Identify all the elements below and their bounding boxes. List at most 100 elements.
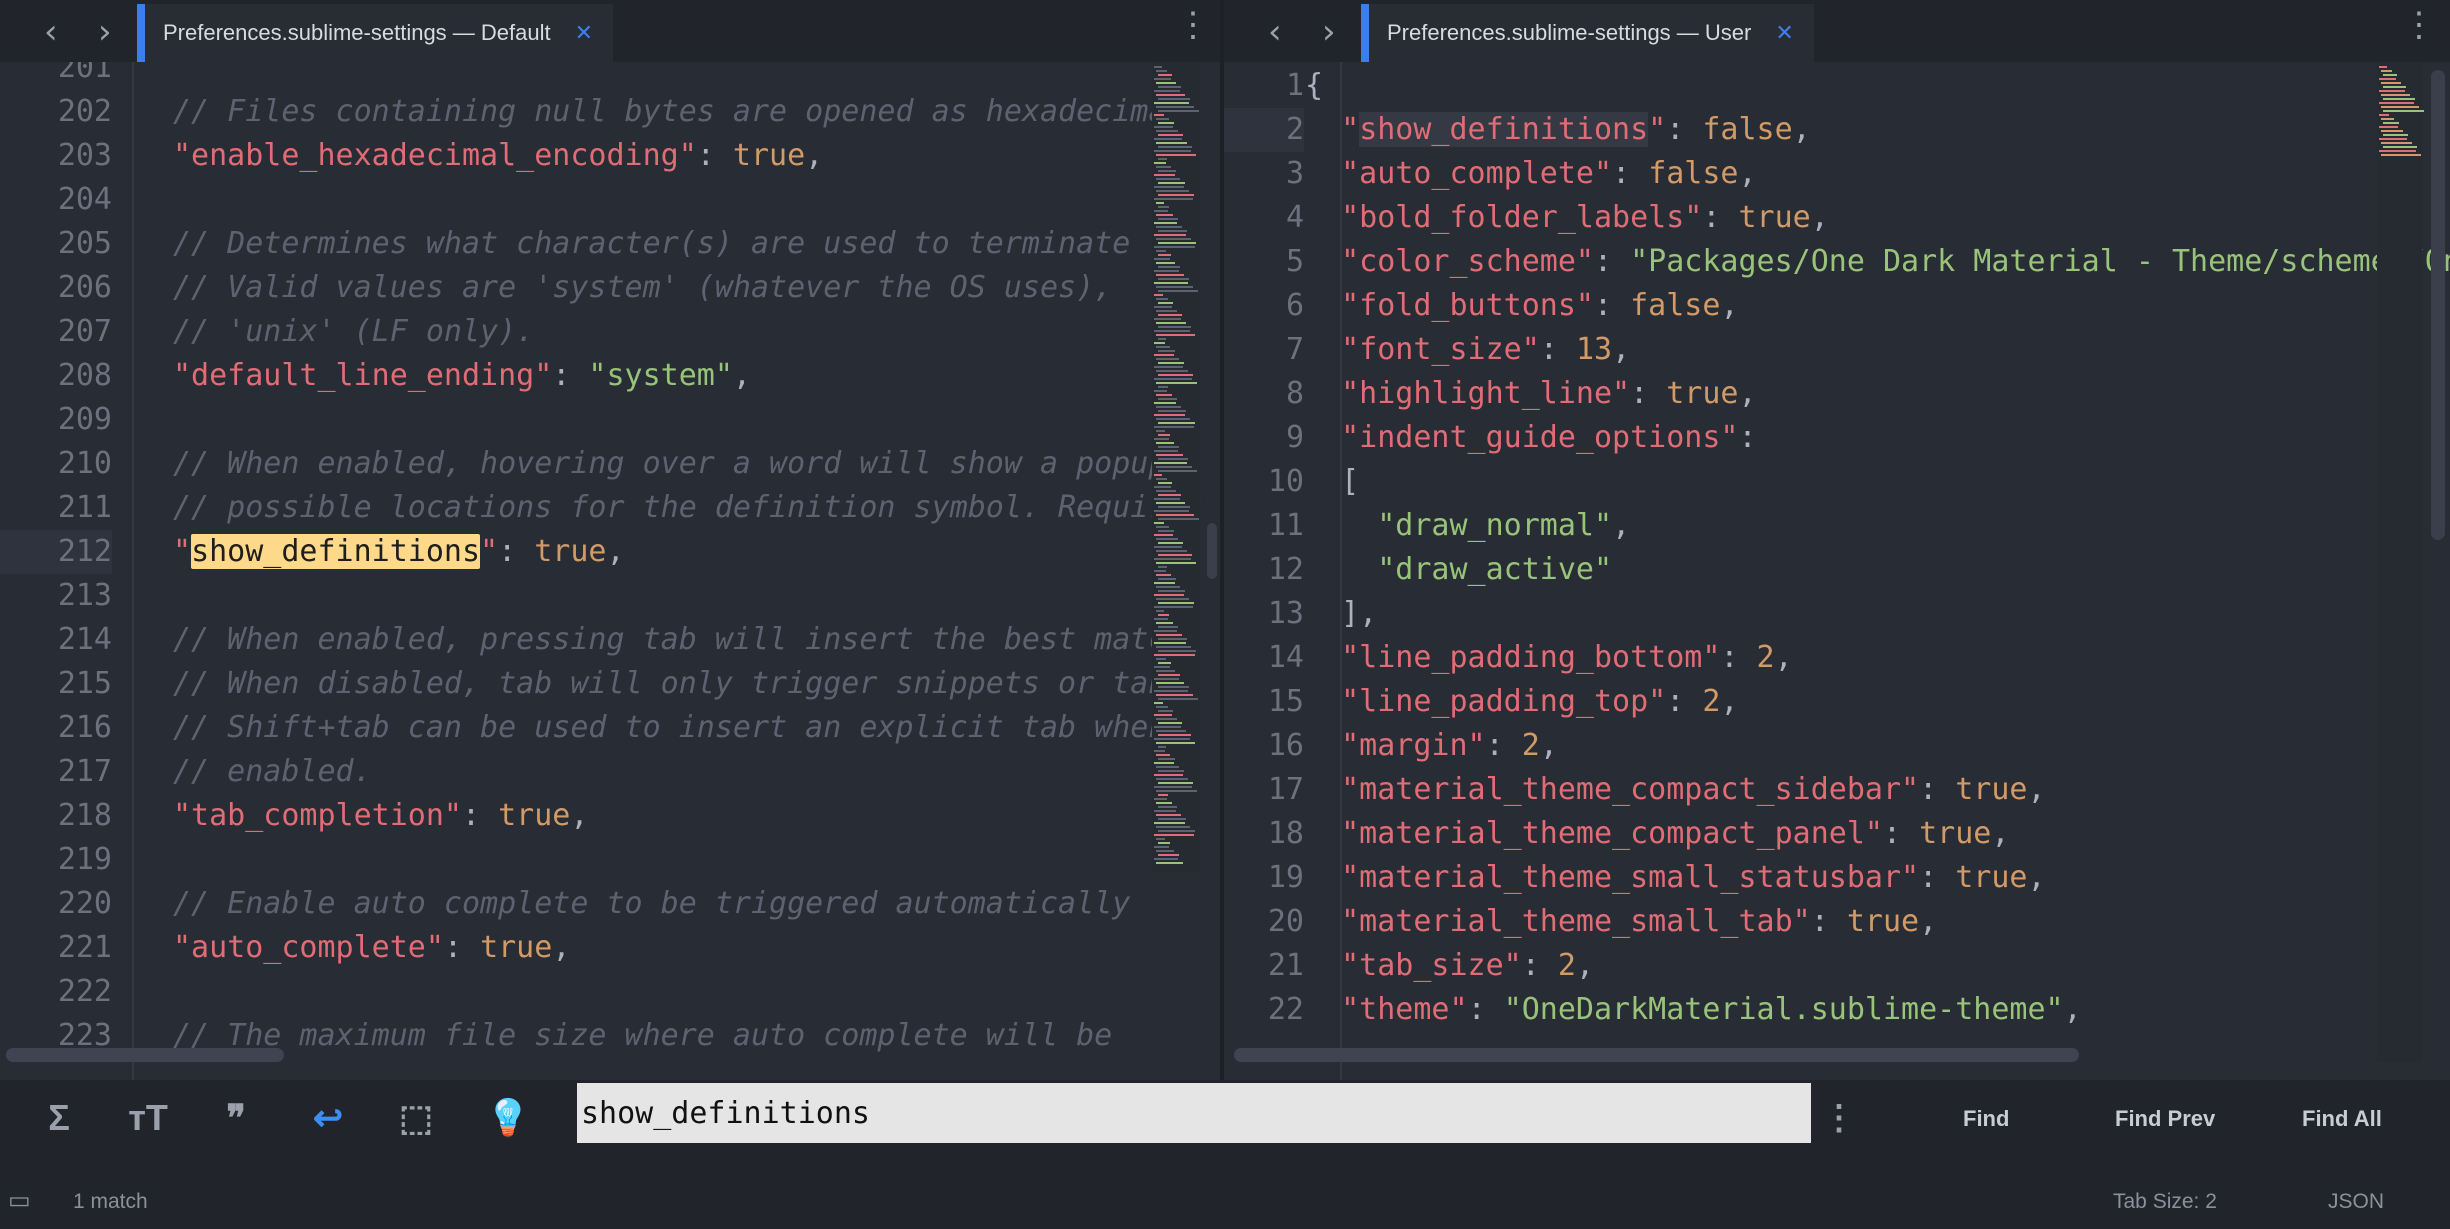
- code-line[interactable]: 221 "auto_complete": true,: [0, 926, 1220, 970]
- highlight-matches-toggle-icon[interactable]: 💡: [486, 1096, 531, 1140]
- code-line[interactable]: 1{: [1224, 64, 2450, 108]
- horizontal-scrollbar[interactable]: [6, 1048, 284, 1062]
- code-token: ,: [1792, 112, 1811, 147]
- code-line[interactable]: 15 "line_padding_top": 2,: [1224, 680, 2450, 724]
- code-line[interactable]: 18 "material_theme_compact_panel": true,: [1224, 812, 2450, 856]
- code-line[interactable]: 13 ],: [1224, 592, 2450, 636]
- minimap[interactable]: [2377, 62, 2424, 1062]
- code-line[interactable]: 202 // Files containing null bytes are op…: [0, 90, 1220, 134]
- code-line[interactable]: 207 // 'unix' (LF only).: [0, 310, 1220, 354]
- code-line[interactable]: 16 "margin": 2,: [1224, 724, 2450, 768]
- minimap-line: [1158, 134, 1183, 136]
- code-line[interactable]: 19 "material_theme_small_statusbar": tru…: [1224, 856, 2450, 900]
- code-line[interactable]: 201: [0, 62, 1220, 90]
- code-line[interactable]: 14 "line_padding_bottom": 2,: [1224, 636, 2450, 680]
- code-area[interactable]: 1{2 "show_definitions": false, 3 "auto_co…: [1224, 62, 2450, 1080]
- minimap-line: [1158, 386, 1168, 388]
- syntax-indicator[interactable]: JSON: [2328, 1190, 2384, 1214]
- line-text: "line_padding_bottom": 2,: [1305, 636, 1793, 680]
- more-options-icon[interactable]: ⋮: [2402, 8, 2436, 42]
- case-sensitive-toggle-icon[interactable]: ᴛT: [126, 1096, 170, 1140]
- minimap-line: [1156, 286, 1193, 288]
- minimap-line: [1158, 494, 1181, 496]
- code-line[interactable]: 20 "material_theme_small_tab": true,: [1224, 900, 2450, 944]
- minimap-line: [2383, 86, 2406, 88]
- code-line[interactable]: 6 "fold_buttons": false,: [1224, 284, 2450, 328]
- code-line[interactable]: 209: [0, 398, 1220, 442]
- code-area[interactable]: 201 202 // Files containing null bytes are…: [0, 62, 1220, 1080]
- code-line[interactable]: 210 // When enabled, hovering over a word…: [0, 442, 1220, 486]
- code-line[interactable]: 9 "indent_guide_options":: [1224, 416, 2450, 460]
- forward-icon[interactable]: ›: [98, 12, 112, 52]
- code-line[interactable]: 215 // When disabled, tab will only trigg…: [0, 662, 1220, 706]
- more-options-icon[interactable]: ⋮: [1176, 8, 1210, 42]
- vertical-scrollbar[interactable]: [1207, 523, 1217, 579]
- code-line[interactable]: 214 // When enabled, pressing tab will in…: [0, 618, 1220, 662]
- minimap-line: [1156, 466, 1192, 468]
- minimap-line: [1154, 318, 1181, 320]
- code-line[interactable]: 10 [: [1224, 460, 2450, 504]
- code-line[interactable]: 212 "show_definitions": true,: [0, 530, 1220, 574]
- code-line[interactable]: 7 "font_size": 13,: [1224, 328, 2450, 372]
- code-line[interactable]: 3 "auto_complete": false,: [1224, 152, 2450, 196]
- regex-toggle-icon[interactable]: Σ: [37, 1096, 81, 1140]
- code-token: ],: [1305, 596, 1378, 631]
- code-line[interactable]: 218 "tab_completion": true,: [0, 794, 1220, 838]
- minimap[interactable]: [1152, 62, 1200, 872]
- code-line[interactable]: 22 "theme": "OneDarkMaterial.sublime-the…: [1224, 988, 2450, 1032]
- code-line[interactable]: 219: [0, 838, 1220, 882]
- code-line[interactable]: 222: [0, 970, 1220, 1014]
- close-icon[interactable]: ✕: [575, 20, 593, 46]
- find-input[interactable]: [577, 1083, 1811, 1143]
- vertical-scrollbar[interactable]: [2431, 70, 2445, 540]
- code-line[interactable]: 206 // Valid values are 'system' (whateve…: [0, 266, 1220, 310]
- code-line[interactable]: 211 // possible locations for the definit…: [0, 486, 1220, 530]
- minimap-line: [2379, 138, 2407, 140]
- close-icon[interactable]: ✕: [1775, 20, 1793, 46]
- find-button[interactable]: Find: [1963, 1106, 2009, 1132]
- minimap-line: [1158, 506, 1190, 508]
- forward-icon[interactable]: ›: [1322, 12, 1336, 52]
- code-line[interactable]: 8 "highlight_line": true,: [1224, 372, 2450, 416]
- code-line[interactable]: 5 "color_scheme": "Packages/One Dark Mat…: [1224, 240, 2450, 284]
- minimap-line: [2379, 102, 2414, 104]
- horizontal-scrollbar[interactable]: [1234, 1048, 2079, 1062]
- line-text: // possible locations for the definition…: [173, 486, 1203, 530]
- line-text: "indent_guide_options":: [1305, 416, 1756, 460]
- tab-size-indicator[interactable]: Tab Size: 2: [2113, 1190, 2217, 1214]
- tab-user-settings[interactable]: Preferences.sublime-settings — User ✕: [1361, 4, 1814, 62]
- code-line[interactable]: 213: [0, 574, 1220, 618]
- code-line[interactable]: 216 // Shift+tab can be used to insert an…: [0, 706, 1220, 750]
- code-token: ,: [1612, 508, 1631, 543]
- code-line[interactable]: 21 "tab_size": 2,: [1224, 944, 2450, 988]
- find-prev-button[interactable]: Find Prev: [2115, 1106, 2215, 1132]
- code-line[interactable]: 11 "draw_normal",: [1224, 504, 2450, 548]
- minimap-line: [2381, 154, 2421, 156]
- minimap-line: [1156, 262, 1175, 264]
- code-line[interactable]: 217 // enabled.: [0, 750, 1220, 794]
- back-icon[interactable]: ‹: [1268, 12, 1282, 52]
- code-line[interactable]: 4 "bold_folder_labels": true,: [1224, 196, 2450, 240]
- code-line[interactable]: 203 "enable_hexadecimal_encoding": true,: [0, 134, 1220, 178]
- tab-default-settings[interactable]: Preferences.sublime-settings — Default ✕: [137, 4, 614, 62]
- code-line[interactable]: 208 "default_line_ending": "system",: [0, 354, 1220, 398]
- code-line[interactable]: 205 // Determines what character(s) are u…: [0, 222, 1220, 266]
- code-token: ,: [1575, 948, 1594, 983]
- back-icon[interactable]: ‹: [44, 12, 58, 52]
- in-selection-toggle-icon[interactable]: ⬚: [394, 1096, 438, 1140]
- code-line[interactable]: 204: [0, 178, 1220, 222]
- minimap-line: [1154, 330, 1190, 332]
- line-text: // When enabled, hovering over a word wi…: [173, 442, 1166, 486]
- whole-word-toggle-icon[interactable]: ❞: [214, 1096, 258, 1140]
- code-line[interactable]: 2 "show_definitions": false,: [1224, 108, 2450, 152]
- code-line[interactable]: 17 "material_theme_compact_sidebar": tru…: [1224, 768, 2450, 812]
- find-all-button[interactable]: Find All: [2302, 1106, 2382, 1132]
- minimap-line: [1154, 654, 1195, 656]
- code-line[interactable]: 12 "draw_active": [1224, 548, 2450, 592]
- code-line[interactable]: 220 // Enable auto complete to be trigger…: [0, 882, 1220, 926]
- minimap-line: [1154, 366, 1183, 368]
- panel-toggle-icon[interactable]: ▭: [8, 1186, 31, 1215]
- line-text: "show_definitions": false,: [1305, 108, 1811, 152]
- wrap-toggle-icon[interactable]: ↩: [306, 1096, 350, 1140]
- more-options-icon[interactable]: ⋮: [1817, 1096, 1861, 1140]
